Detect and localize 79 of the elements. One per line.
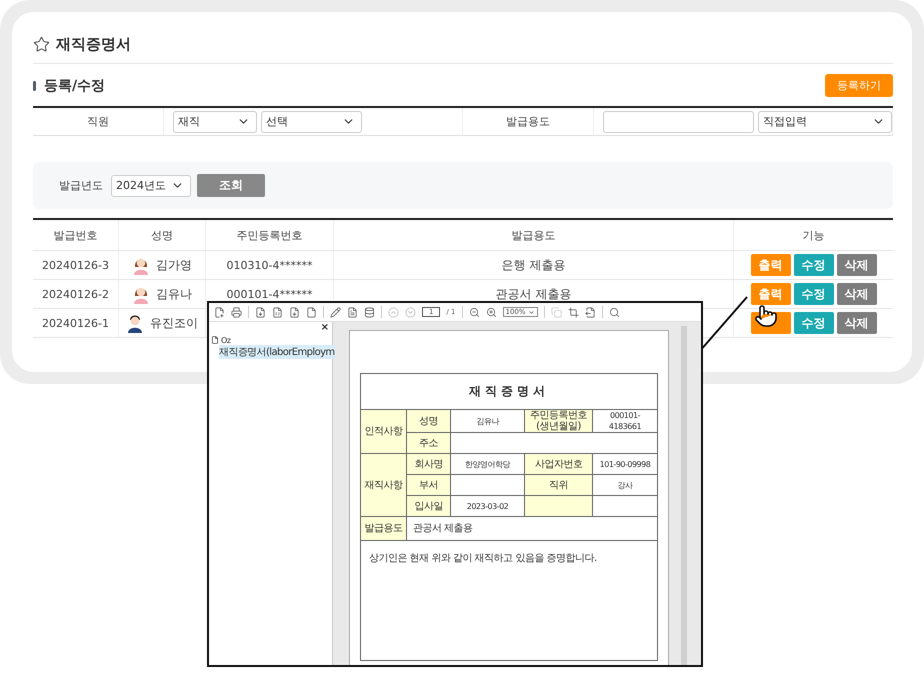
year-label: 발급년도: [59, 178, 103, 193]
save-file-icon[interactable]: [255, 306, 266, 318]
table-cell-text: 20240126-3: [41, 258, 110, 274]
document-label: 인적사항: [360, 410, 406, 454]
star-icon[interactable]: [33, 36, 50, 52]
employee-name: 김가영: [156, 256, 192, 274]
column-header: 성명: [118, 220, 205, 250]
document-value: 2023-03-02: [450, 496, 524, 516]
table-cell: 000101-4******: [226, 288, 312, 300]
hand-cursor-icon: [754, 304, 778, 328]
employee-name: 유진조이: [150, 314, 198, 332]
document-label: 사업자번호: [524, 454, 592, 474]
document-icon: [211, 336, 219, 344]
document-statement: 상기인은 현재 위와 같이 재직하고 있음을 증명합니다.: [360, 540, 658, 660]
tree-item[interactable]: 재직증명서(laborEmploym: [219, 345, 335, 359]
edit-button[interactable]: 수정: [794, 254, 834, 276]
document-label: 주민등록번호 (생년월일): [524, 410, 592, 432]
close-button[interactable]: ×: [320, 322, 329, 333]
tree-item[interactable]: Oz: [221, 336, 230, 344]
chevron-down-icon: [528, 308, 535, 316]
export-icon[interactable]: [584, 306, 596, 318]
scrollbar[interactable]: [681, 326, 687, 665]
search-button[interactable]: 조회: [197, 174, 265, 197]
employee-select[interactable]: 선택: [261, 110, 362, 132]
search-icon[interactable]: [608, 306, 620, 318]
edit-button[interactable]: 수정: [794, 283, 834, 305]
document-value: 관공서 제출용: [406, 516, 658, 540]
pencil-icon[interactable]: [330, 306, 341, 318]
crop-icon[interactable]: [568, 306, 579, 318]
table-cell: 은행 제출용: [502, 256, 566, 274]
delete-button[interactable]: 삭제: [836, 312, 876, 334]
column-header: 기능: [733, 220, 893, 250]
save-file-icon[interactable]: [272, 306, 283, 318]
edit-button[interactable]: 수정: [794, 312, 834, 334]
section-title: 등록/수정: [44, 76, 106, 94]
new-file-icon[interactable]: [214, 306, 225, 318]
register-button[interactable]: 등록하기: [825, 74, 893, 97]
document-icon[interactable]: [347, 306, 358, 318]
print-button[interactable]: 출력: [750, 283, 790, 305]
table-cell: 010310-4******: [226, 258, 312, 272]
status-select[interactable]: 재직: [173, 110, 257, 132]
document-label: 재직사항: [360, 454, 406, 516]
database-icon[interactable]: [364, 306, 375, 318]
save-file-icon[interactable]: [306, 306, 317, 318]
document-label: 입사일: [406, 496, 450, 516]
document-value: 101-90-09998: [592, 454, 658, 474]
document-label: 직위: [524, 474, 592, 496]
column-header: 발급번호: [52, 228, 98, 244]
purpose-field[interactable]: [603, 110, 754, 132]
print-button[interactable]: 출력: [750, 254, 790, 276]
print-icon[interactable]: [231, 306, 242, 318]
document-label: 발급용도: [360, 516, 406, 540]
avatar-icon: [126, 313, 144, 333]
document-value: 한양영어학당: [450, 454, 524, 474]
delete-button[interactable]: 삭제: [836, 254, 876, 276]
document-label: 성명: [406, 410, 450, 432]
purpose-select[interactable]: 직접입력: [758, 110, 892, 132]
document-label: 회사명: [406, 454, 450, 474]
delete-button[interactable]: 삭제: [836, 283, 876, 305]
document-value: 000101-4183661: [592, 410, 658, 432]
employee-label: 직원: [86, 114, 110, 130]
document-value: 강사: [592, 474, 658, 496]
table-cell-text: 20240126-1: [41, 316, 110, 332]
document-value: 김유나: [450, 410, 524, 432]
save-file-icon[interactable]: [289, 306, 300, 318]
document-label: 주소: [406, 432, 450, 454]
table-cell: 관공서 제출용: [496, 286, 572, 302]
zoom-out-icon[interactable]: [468, 306, 480, 318]
document-title: 재직증명서: [360, 374, 658, 410]
section-marker: [33, 80, 36, 90]
column-header: 발급용도: [333, 220, 733, 250]
zoom-in-icon[interactable]: [486, 306, 497, 318]
year-select[interactable]: 2024년도: [111, 174, 191, 196]
table-cell-text: 20240126-2: [41, 286, 110, 302]
document-label: 부서: [406, 474, 450, 496]
column-header: 주민등록번호: [205, 220, 333, 250]
employee-name: 김유나: [156, 286, 192, 302]
purpose-label: 발급용도: [505, 114, 551, 130]
page-title: 재직증명서: [56, 34, 131, 54]
